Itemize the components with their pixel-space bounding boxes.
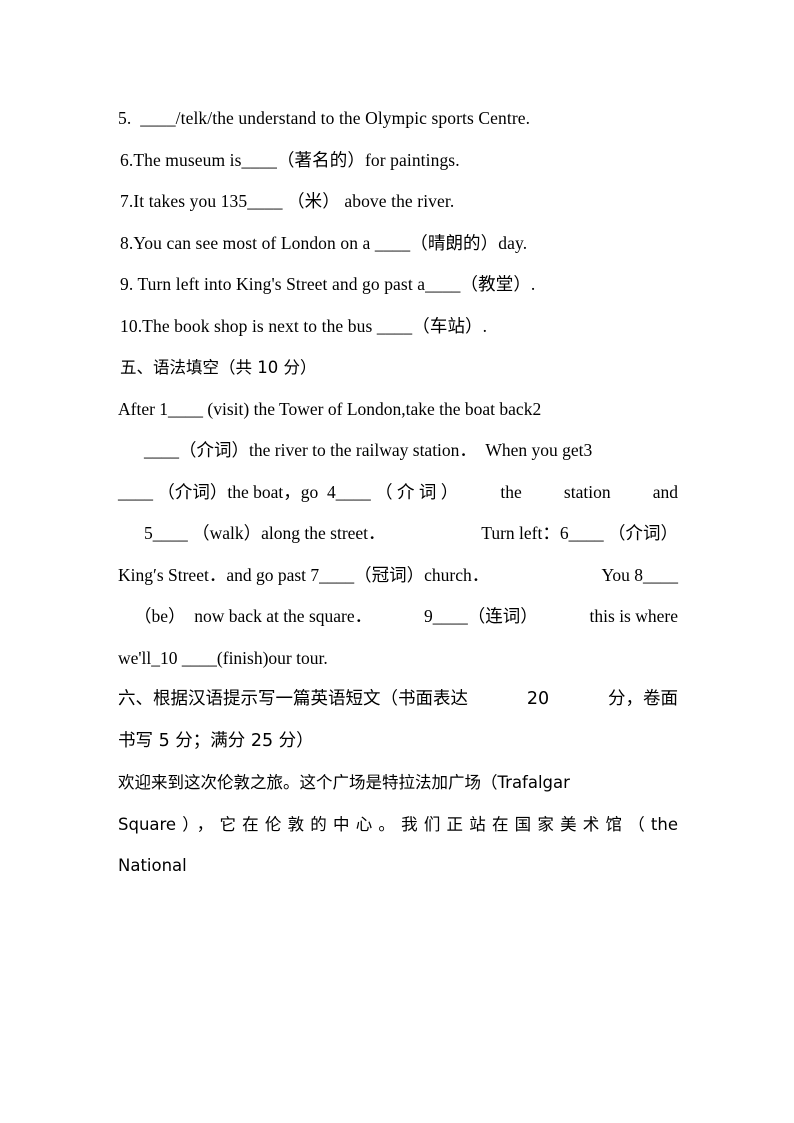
document-page: 5. ____/telk/the understand to the Olymp… bbox=[0, 0, 794, 1123]
fill-in-item-8: 8.You can see most of London on a ____（晴… bbox=[120, 232, 528, 253]
document-content: 5. ____/telk/the understand to the Olymp… bbox=[118, 98, 678, 887]
fill-in-item-10: 10.The book shop is next to the bus ____… bbox=[120, 315, 488, 336]
fill-in-item-9: 9. Turn left into King's Street and go p… bbox=[120, 274, 536, 294]
section-five-line-6-part-1: （be） now back at the square． bbox=[134, 606, 373, 626]
section-six-prompt-line-1: 欢迎来到这次伦敦之旅。这个广场是特拉法加广场（Trafalgar bbox=[118, 773, 570, 792]
section-five-heading: 五、语法填空（共 10 分） bbox=[120, 358, 317, 377]
section-five-line-1: After 1____ (visit) the Tower of London,… bbox=[118, 398, 542, 419]
section-six-heading-part-3: 分，卷面 bbox=[608, 689, 678, 709]
section-five-line-7: we'll_10 ____(finish)our tour. bbox=[118, 647, 328, 668]
section-six-prompt-line-2-text: Square），它在伦敦的中心。我们正站在国家美术馆（the bbox=[118, 814, 678, 834]
section-five-line-5-part-1: King′s Street．and go past 7____（冠词）churc… bbox=[118, 564, 490, 585]
section-five-line-2: ____（介词）the river to the railway station… bbox=[144, 440, 593, 460]
section-five-line-3-part-1: ____ （介词）the boat，go 4____ （ 介 词 ） bbox=[118, 481, 459, 502]
section-five-line-5-part-2: You 8____ bbox=[601, 564, 678, 585]
fill-in-item-6: 6.The museum is____（著名的）for paintings. bbox=[120, 149, 460, 170]
fill-in-item-7: 7.It takes you 135____ （米） above the riv… bbox=[120, 191, 455, 211]
section-five-line-6: （be） now back at the square． 9____（连词） t… bbox=[118, 596, 678, 638]
section-five-line-4-part-1: 5____ （walk）along the street． bbox=[144, 523, 386, 543]
section-five-line-4-part-2: Turn left：6____ （介词） bbox=[481, 523, 678, 543]
section-five-line-6-part-3: this is where bbox=[589, 606, 678, 626]
section-five-line-5: King′s Street．and go past 7____（冠词）churc… bbox=[118, 555, 678, 597]
section-six-heading-part-1: 六、根据汉语提示写一篇英语短文（书面表达 bbox=[118, 689, 468, 709]
section-six-prompt-line-2: Square），它在伦敦的中心。我们正站在国家美术馆（the bbox=[118, 804, 678, 846]
fill-in-item-5: 5. ____/telk/the understand to the Olymp… bbox=[118, 108, 531, 128]
section-five-line-4: 5____ （walk）along the street． Turn left：… bbox=[118, 513, 678, 555]
section-six-prompt-line-3: National bbox=[118, 856, 187, 875]
section-six-heading-part-2: 20 bbox=[526, 689, 550, 709]
section-five-line-3: ____ （介词）the boat，go 4____ （ 介 词 ） the s… bbox=[118, 472, 678, 514]
section-five-line-6-part-2: 9____（连词） bbox=[423, 606, 538, 626]
section-five-line-3-part-2: the bbox=[500, 481, 522, 502]
section-six-heading-line-2: 书写 5 分；满分 25 分） bbox=[118, 730, 314, 751]
section-six-heading-line-1: 六、根据汉语提示写一篇英语短文（书面表达 20 分，卷面 bbox=[118, 679, 678, 721]
section-five-line-3-part-3: station bbox=[563, 481, 611, 502]
section-five-line-3-part-4: and bbox=[652, 481, 678, 502]
